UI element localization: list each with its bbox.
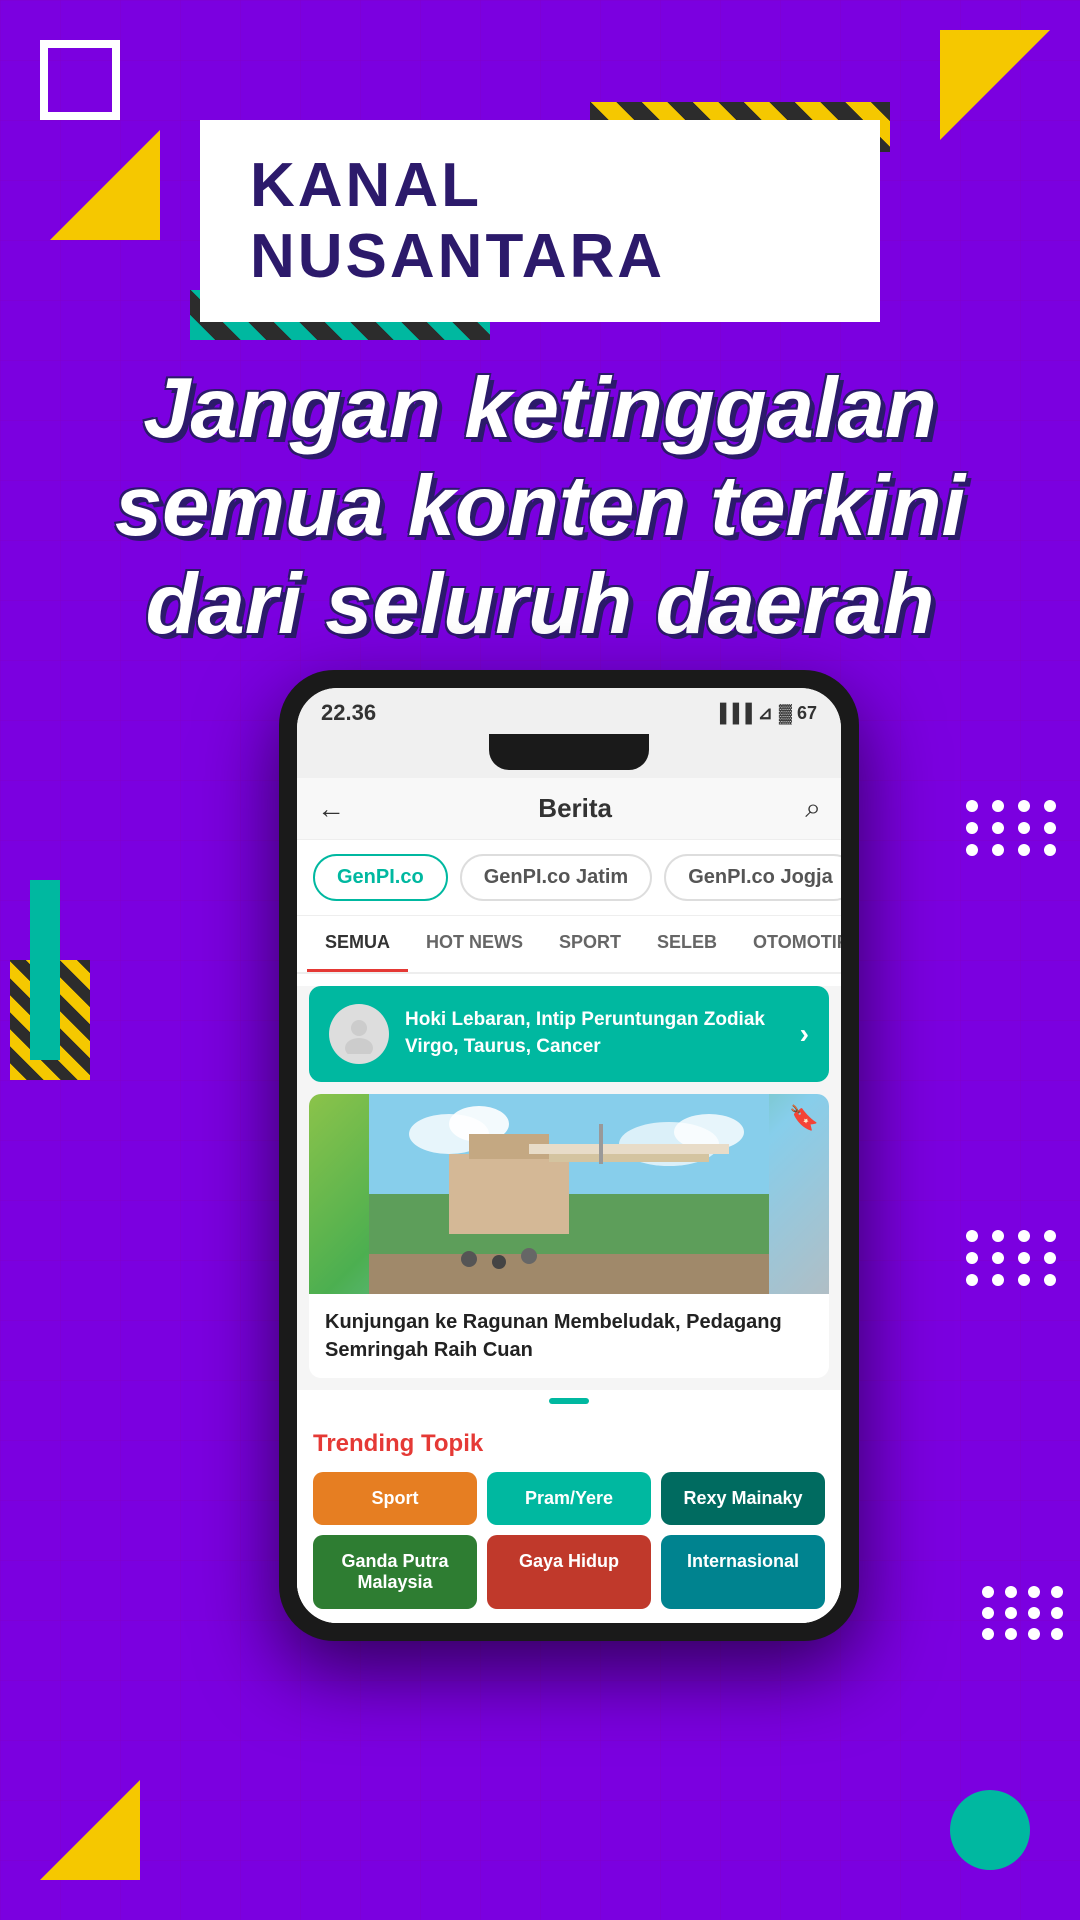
deco-circle-bottom-right: [950, 1790, 1030, 1870]
cat-tab-otomotif[interactable]: OTOMOTIF: [735, 916, 841, 972]
trending-tag-pramyere[interactable]: Pram/Yere: [487, 1472, 651, 1525]
status-icons: ▐▐▐ ⊿ ▓ 67: [713, 703, 817, 724]
trending-tag-rexy[interactable]: Rexy Mainaky: [661, 1472, 825, 1525]
phone-notch: [297, 734, 841, 778]
category-tabs-row: SEMUA HOT NEWS SPORT SELEB OTOMOTIF POL.…: [297, 916, 841, 974]
breaking-news-avatar: [329, 1004, 389, 1064]
deco-triangle-left: [50, 130, 160, 240]
trending-tag-ganda[interactable]: Ganda Putra Malaysia: [313, 1535, 477, 1609]
cat-tab-semua[interactable]: SEMUA: [307, 916, 408, 972]
deco-dots-mid-right: [966, 1230, 1060, 1286]
scroll-indicator: [297, 1390, 841, 1416]
cat-tab-seleb[interactable]: SELEB: [639, 916, 735, 972]
news-image: 🔖: [309, 1094, 829, 1294]
cat-tab-hotnews[interactable]: HOT NEWS: [408, 916, 541, 972]
breaking-news-text: Hoki Lebaran, Intip Peruntungan Zodiak V…: [405, 1007, 784, 1060]
headline-text: Jangan ketinggalan semua konten terkini …: [50, 360, 1030, 653]
channel-tab-jogja[interactable]: GenPI.co Jogja: [664, 854, 841, 901]
nav-title: Berita: [538, 793, 612, 824]
scroll-dot: [549, 1398, 589, 1404]
channel-tab-jatim[interactable]: GenPI.co Jatim: [460, 854, 653, 901]
deco-bar-left: [30, 880, 60, 1060]
deco-triangle-bottom-left: [40, 1780, 140, 1880]
wifi-icon: ⊿: [758, 703, 773, 724]
main-news-caption: Kunjungan ke Ragunan Membeludak, Pedagan…: [309, 1294, 829, 1378]
phone-screen: 22.36 ▐▐▐ ⊿ ▓ 67 ← Berita ⌕ GenPI.co: [297, 688, 841, 1623]
trending-tag-gayahidup[interactable]: Gaya Hidup: [487, 1535, 651, 1609]
trending-section: Trending Topik Sport Pram/Yere Rexy Main…: [297, 1416, 841, 1623]
battery-icon: ▓ 67: [779, 703, 817, 724]
notch-cutout: [489, 734, 649, 770]
phone-content-area: Hoki Lebaran, Intip Peruntungan Zodiak V…: [297, 986, 841, 1623]
status-time: 22.36: [321, 700, 376, 726]
search-button[interactable]: ⌕: [805, 792, 821, 825]
deco-dots-bottom-right: [982, 1586, 1065, 1640]
cat-tab-sport[interactable]: SPORT: [541, 916, 639, 972]
status-bar: 22.36 ▐▐▐ ⊿ ▓ 67: [297, 688, 841, 734]
phone-outer-frame: 22.36 ▐▐▐ ⊿ ▓ 67 ← Berita ⌕ GenPI.co: [279, 670, 859, 1641]
deco-square: [40, 40, 120, 120]
trending-grid: Sport Pram/Yere Rexy Mainaky Ganda Putra…: [313, 1472, 825, 1609]
main-news-card[interactable]: 🔖 Kunjungan ke Ragunan Membeludak, Pedag…: [309, 1094, 829, 1378]
phone-nav-bar: ← Berita ⌕: [297, 778, 841, 840]
header-banner: KANAL NUSANTARA: [200, 120, 880, 322]
bookmark-icon[interactable]: 🔖: [789, 1104, 819, 1133]
headline-section: Jangan ketinggalan semua konten terkini …: [50, 360, 1030, 653]
trending-title: Trending Topik: [313, 1430, 825, 1458]
breaking-news-arrow: ›: [800, 1018, 809, 1050]
trending-tag-internasional[interactable]: Internasional: [661, 1535, 825, 1609]
banner-white: KANAL NUSANTARA: [200, 120, 880, 322]
breaking-news-card[interactable]: Hoki Lebaran, Intip Peruntungan Zodiak V…: [309, 986, 829, 1082]
deco-dots-top-right: [966, 800, 1060, 856]
app-title: KANAL NUSANTARA: [250, 150, 830, 292]
deco-triangle-right: [940, 30, 1050, 140]
channel-tab-genpi[interactable]: GenPI.co: [313, 854, 448, 901]
trending-tag-sport[interactable]: Sport: [313, 1472, 477, 1525]
back-button[interactable]: ←: [317, 793, 345, 825]
channel-tabs-row: GenPI.co GenPI.co Jatim GenPI.co Jogja G…: [297, 840, 841, 916]
phone-mockup: 22.36 ▐▐▐ ⊿ ▓ 67 ← Berita ⌕ GenPI.co: [279, 670, 859, 1641]
signal-icon: ▐▐▐: [713, 703, 751, 724]
